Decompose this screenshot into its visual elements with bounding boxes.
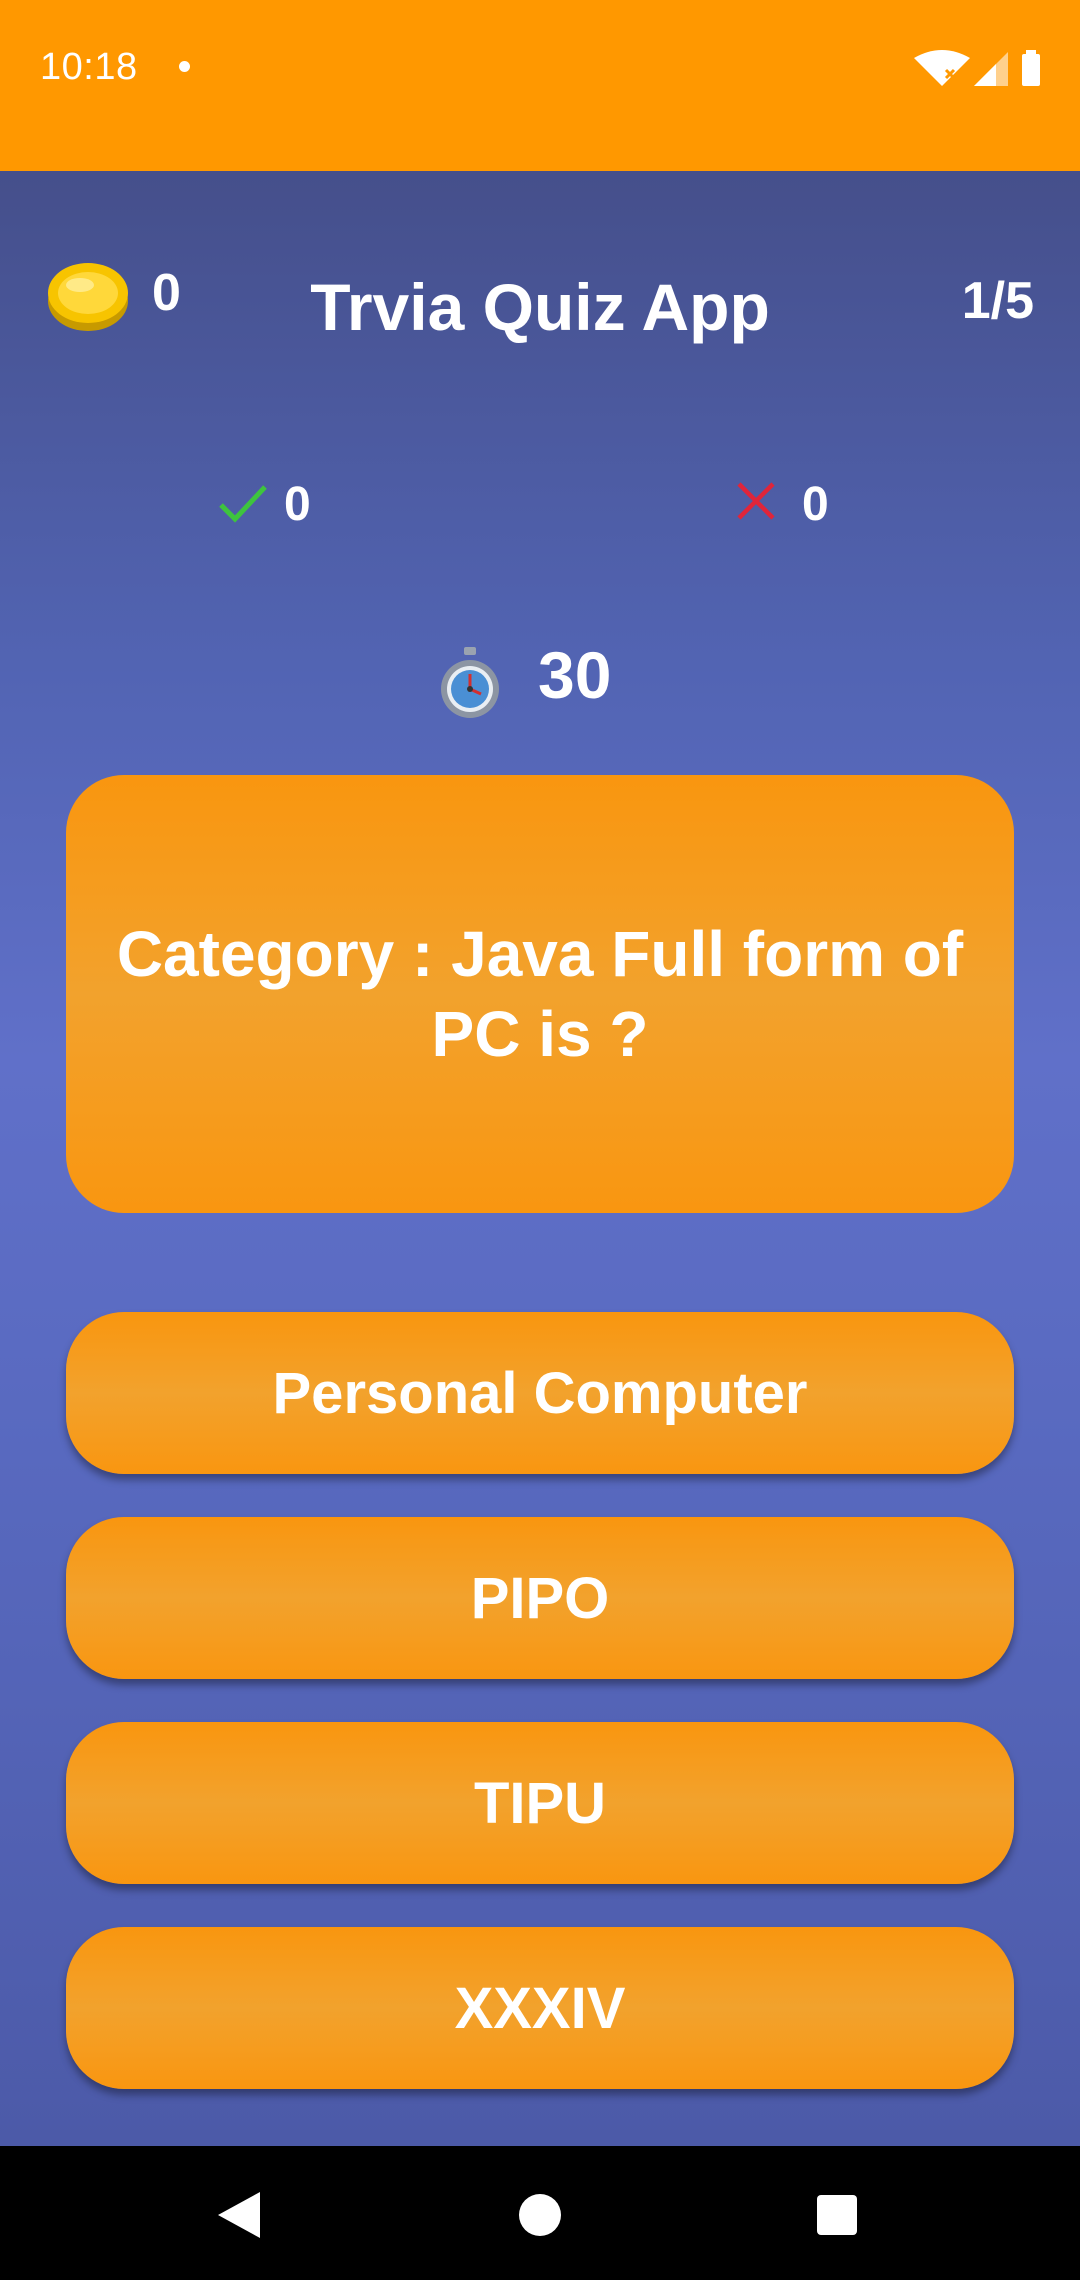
answer-option-label: PIPO [470,1565,610,1631]
home-icon[interactable] [519,2194,561,2236]
question-card: Category : Java Full form of PC is ? [66,775,1014,1213]
wifi-icon [914,50,970,86]
answer-option-label: Personal Computer [272,1360,808,1426]
checkmark-icon [219,485,267,523]
quiz-screen: 0 Trvia Quiz App 1/5 0 0 30 Category : J… [0,171,1080,2146]
stopwatch-icon [441,647,499,718]
status-bar: 10:18 [0,0,1080,171]
answer-option-2-button[interactable]: PIPO [66,1517,1014,1679]
navigation-bar [0,2146,1080,2280]
answer-option-1-button[interactable]: Personal Computer [66,1312,1014,1474]
notification-dot-icon [179,61,190,72]
status-time: 10:18 [40,46,138,88]
answer-option-3-button[interactable]: TIPU [66,1722,1014,1884]
app-title: Trvia Quiz App [310,270,770,344]
cross-icon [737,482,775,520]
timer-value: 30 [538,638,612,712]
status-icons [914,50,1040,86]
answer-option-label: TIPU [473,1770,607,1836]
recents-icon[interactable] [817,2195,857,2235]
signal-icon [974,52,1008,86]
correct-count: 0 [284,478,311,531]
battery-icon [1022,50,1040,86]
wrong-count: 0 [802,478,829,531]
question-text: Category : Java Full form of PC is ? [116,918,964,1070]
answer-option-label: XXXIV [454,1975,626,2041]
back-icon[interactable] [218,2192,260,2238]
question-progress: 1/5 [961,272,1034,330]
answer-option-4-button[interactable]: XXXIV [66,1927,1014,2089]
